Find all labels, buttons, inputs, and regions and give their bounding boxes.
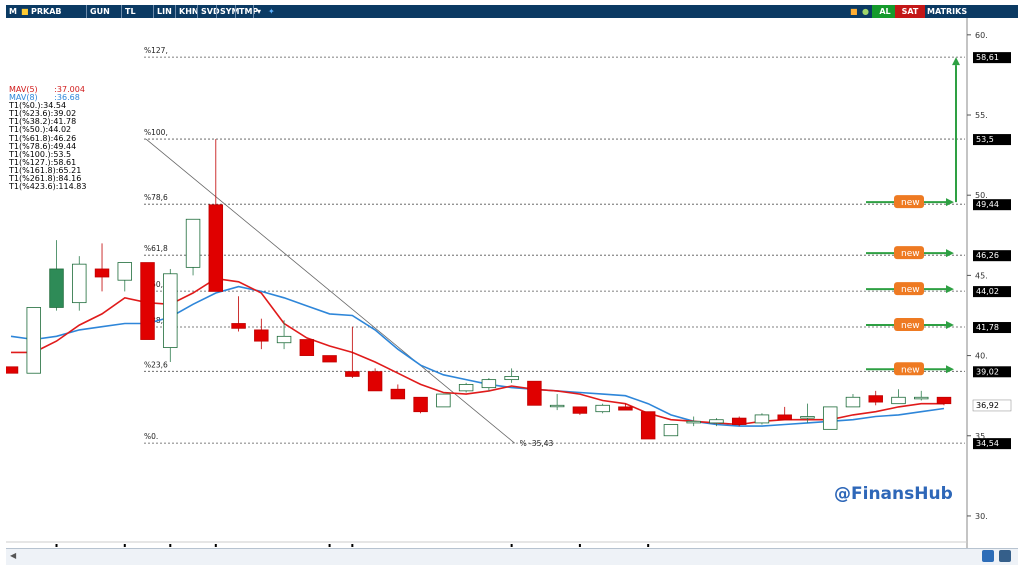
price-tick-label: 50. [975, 191, 988, 200]
candlestick-chart: %0.34,54%23,639,02%38,241,78%50,44,02%61… [6, 18, 1018, 548]
price-tick-label: 30. [975, 512, 988, 521]
candle-body [49, 268, 64, 308]
fib-price-label: 46,26 [976, 251, 999, 260]
candle-body [390, 388, 406, 400]
new-badge-label: new [901, 321, 920, 331]
price-tick-label: 55. [975, 111, 988, 120]
fib-price-label: 58,61 [976, 53, 999, 62]
candle-body [299, 339, 315, 356]
watermark: @FinansHub [834, 484, 953, 504]
fib-level-label: %61,8 [144, 244, 168, 253]
fib-price-label: 41,78 [976, 323, 999, 332]
candle-body [231, 323, 246, 329]
candle-body [26, 307, 41, 374]
fib-price-label: 44,02 [976, 287, 999, 296]
time-tick [510, 544, 513, 547]
candle-body [72, 263, 87, 304]
candle-body [663, 424, 679, 437]
fib-level-label: %23,6 [144, 360, 168, 369]
candle-body [436, 393, 451, 408]
candle-body [185, 218, 201, 268]
time-tick [123, 544, 126, 547]
current-price-label: 36,92 [976, 401, 999, 410]
candle-body [640, 411, 656, 440]
candle-body [800, 416, 815, 419]
chevron-down-icon[interactable]: ▾ [253, 5, 264, 18]
brand-label: MATRIKS [927, 7, 968, 16]
refresh-icon[interactable]: ● [859, 5, 872, 18]
time-tick [328, 544, 331, 547]
candle-body [618, 406, 633, 411]
candle-body [527, 380, 542, 406]
fib-level-label: %78,6 [144, 193, 168, 202]
new-badge-label: new [901, 198, 920, 208]
fib-price-label: 49,44 [976, 200, 999, 209]
candle-body [686, 420, 701, 424]
time-tick [647, 544, 650, 547]
price-tick-label: 60. [975, 31, 988, 40]
time-tick [214, 544, 217, 547]
candle-body [208, 204, 224, 292]
candle-body [595, 404, 610, 413]
candle-body [572, 406, 588, 414]
candle-body [868, 395, 883, 403]
candle-body [276, 335, 292, 344]
chart-window: M ■ PRKAB GUN TL LIN KHN SVD SYM TMP ▾ ✦… [0, 0, 1024, 570]
candle-body [914, 396, 929, 400]
candle-body [458, 384, 474, 392]
candle-body [709, 419, 724, 424]
price-tick-label: 45. [975, 271, 988, 280]
price-tick-label: 40. [975, 352, 988, 361]
time-tick [55, 544, 58, 547]
candle-body [891, 396, 906, 405]
candle-body [481, 379, 497, 389]
fib-price-label: 39,02 [976, 367, 999, 376]
bottom-scrollbar[interactable]: ◀ [6, 548, 1018, 565]
candle-body [549, 404, 565, 408]
candle-body [140, 262, 155, 340]
currency-button[interactable]: TL [121, 5, 139, 18]
fib-value-list: T1(%0.):34.54 T1(%23.6):39.02 T1(%38.2):41… [9, 102, 86, 191]
bird-icon[interactable]: ✦ [265, 5, 278, 18]
symbol-label[interactable]: PRKAB [28, 5, 65, 18]
candle-body [845, 396, 861, 408]
toolbar: M ■ PRKAB GUN TL LIN KHN SVD SYM TMP ▾ ✦… [6, 5, 1018, 18]
indicator-legend: MAV(5) :37.004 MAV(8) :36.68 T1(%0.):34.… [9, 85, 86, 191]
price-tick-label: 35. [975, 432, 988, 441]
sell-button[interactable]: SAT [895, 5, 925, 18]
new-badge-label: new [901, 365, 920, 375]
candle-body [322, 355, 337, 363]
candle-body [254, 329, 269, 342]
fib-level-label: %0. [144, 432, 158, 441]
candle-body [731, 417, 747, 425]
candle-body [117, 262, 133, 281]
zoom-icon[interactable] [999, 550, 1011, 562]
candle-body [777, 414, 792, 421]
scroll-left-icon[interactable]: ◀ [10, 551, 16, 560]
time-tick [169, 544, 172, 547]
trendline-label: % -35,43 [520, 439, 554, 448]
candle-body [94, 268, 110, 278]
fib-level-label: %100, [144, 128, 168, 137]
candle-body [754, 414, 770, 424]
toolbar-button-lin[interactable]: LIN [153, 5, 175, 18]
fib-value-item: T1(%423.6):114.83 [9, 182, 87, 192]
fib-level-label: %127, [144, 46, 168, 55]
candle-body [345, 371, 360, 377]
time-tick [351, 544, 354, 547]
fib-price-label: 53,5 [976, 135, 994, 144]
candle-body [936, 396, 952, 405]
period-button[interactable]: GUN [86, 5, 113, 18]
time-tick [578, 544, 581, 547]
candle-body [367, 371, 383, 392]
candle-body [413, 396, 428, 413]
candle-body [6, 366, 19, 374]
candle-body [822, 406, 838, 430]
new-badge-label: new [901, 285, 920, 295]
candle-body [163, 273, 178, 348]
candle-body [504, 376, 519, 381]
settings-icon[interactable] [982, 550, 994, 562]
new-badge-label: new [901, 249, 920, 259]
